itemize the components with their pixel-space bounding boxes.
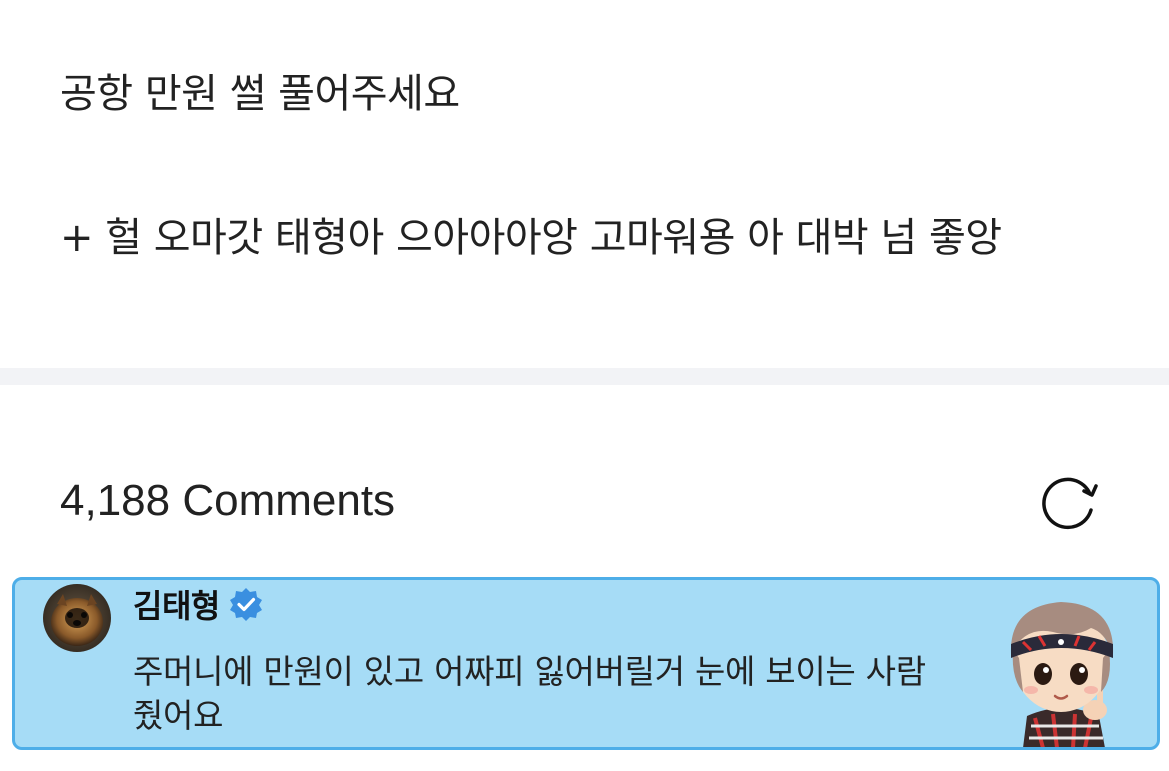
dog-avatar-icon [43, 584, 111, 652]
section-divider [0, 368, 1169, 385]
comment-author-row: 김태형 [133, 582, 264, 626]
character-sticker-icon [1010, 602, 1114, 747]
author-avatar[interactable] [43, 584, 111, 652]
comments-count: 4,188 Comments [60, 476, 396, 525]
refresh-icon [1042, 477, 1098, 530]
post-text-line-2: + 헐 오마갓 태형아 으아아아앙 고마워용 아 대박 넘 좋앙 [60, 215, 1002, 261]
refresh-button[interactable] [1038, 472, 1100, 532]
post-text-line-1: 공항 만원 썰 풀어주세요 [60, 71, 460, 117]
comment-text: 주머니에 만원이 있고 어짜피 잃어버릴거 눈에 보이는 사람 줬어요 [133, 652, 926, 735]
verified-badge-icon [229, 588, 262, 621]
comment-author-name[interactable]: 김태형 [133, 581, 220, 627]
highlighted-comment-card[interactable]: 김태형 주머니에 만원이 있고 어짜피 잃어버릴거 눈에 보이는 사람 줬어요 [12, 577, 1160, 750]
post-content: 공항 만원 썰 풀어주세요 + 헐 오마갓 태형아 으아아아앙 고마워용 아 대… [0, 0, 1169, 368]
comments-header: 4,188 Comments [0, 385, 1169, 575]
character-sticker [983, 588, 1143, 747]
